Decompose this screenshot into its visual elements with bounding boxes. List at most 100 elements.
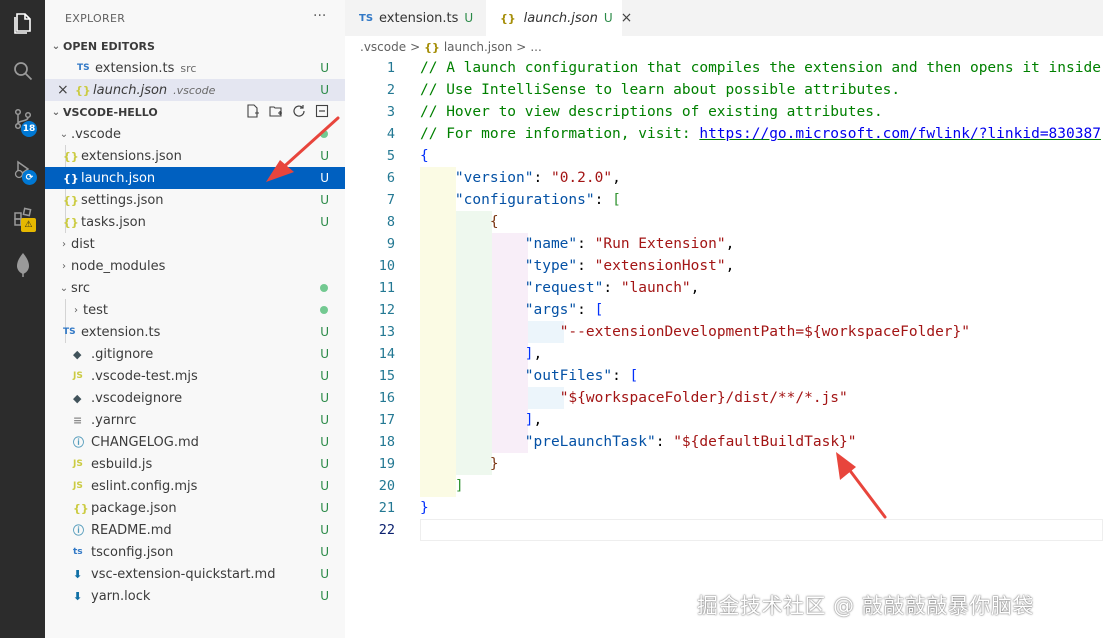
sync-badge-icon: ⟳ <box>22 170 37 185</box>
json-string: "--extensionDevelopmentPath=${workspaceF… <box>559 324 970 340</box>
bracket: [ <box>629 368 639 384</box>
json-file-icon: {} <box>63 193 79 207</box>
tab-label: extension.ts <box>379 10 459 26</box>
code-line: "outFiles": [ <box>420 365 639 387</box>
code-line: { <box>420 211 499 233</box>
tree-item[interactable]: › node_modules <box>45 255 345 277</box>
tree-item[interactable]: ts tsconfig.json U <box>45 541 345 563</box>
comma: , <box>725 258 735 274</box>
run-debug-icon[interactable]: ⟳ <box>0 146 45 192</box>
line-number: 19 <box>378 456 395 472</box>
comma: , <box>690 280 700 296</box>
collapse-all-icon[interactable] <box>314 103 330 119</box>
line-number: 5 <box>386 148 395 164</box>
tree-item[interactable]: ⌄ src <box>45 277 345 299</box>
tree-item[interactable]: JS esbuild.js U <box>45 453 345 475</box>
tree-item[interactable]: {} extensions.json U <box>45 145 345 167</box>
comment: // Use IntelliSense to learn about possi… <box>420 82 901 98</box>
search-icon[interactable] <box>0 48 45 94</box>
tree-item[interactable]: › test <box>45 299 345 321</box>
javascript-file-icon: JS <box>73 459 83 469</box>
code-line: "version": "0.2.0", <box>420 167 621 189</box>
json-file-icon: {} <box>500 11 516 25</box>
bracket: ] <box>454 478 464 494</box>
breadcrumb-item[interactable]: launch.json <box>444 40 512 54</box>
tree-item[interactable]: {} launch.json U <box>45 167 345 189</box>
extensions-icon[interactable]: ⚠ <box>0 194 45 240</box>
close-icon[interactable]: × <box>57 82 75 98</box>
file-name: .gitignore <box>91 346 154 362</box>
tree-item[interactable]: JS .vscode-test.mjs U <box>45 365 345 387</box>
tree-item[interactable]: ◆ .gitignore U <box>45 343 345 365</box>
line-number: 6 <box>386 170 395 186</box>
json-string: "0.2.0" <box>550 170 613 186</box>
json-file-icon: {} <box>73 501 89 515</box>
chevron-right-icon: › <box>62 260 66 272</box>
tree-item[interactable]: ⬇ yarn.lock U <box>45 585 345 607</box>
line-number: 8 <box>386 214 395 230</box>
tree-item[interactable]: {} package.json U <box>45 497 345 519</box>
tree-item[interactable]: ⓘ README.md U <box>45 519 345 541</box>
javascript-file-icon: JS <box>73 481 83 491</box>
file-name: launch.json <box>93 82 168 98</box>
tree-item[interactable]: › dist <box>45 233 345 255</box>
tree-item[interactable]: ≡ .yarnrc U <box>45 409 345 431</box>
status-badge: U <box>320 83 329 97</box>
mongodb-leaf-icon[interactable] <box>0 242 45 288</box>
tree-item[interactable]: TS extension.ts U <box>45 321 345 343</box>
status-badge: U <box>320 501 329 515</box>
close-icon[interactable]: × <box>621 10 633 26</box>
colon: : <box>603 280 621 296</box>
refresh-icon[interactable] <box>291 103 307 119</box>
new-folder-icon[interactable] <box>268 103 284 119</box>
tree-item[interactable]: ⓘ CHANGELOG.md U <box>45 431 345 453</box>
status-badge: U <box>320 457 329 471</box>
chevron-right-icon: › <box>62 238 66 250</box>
source-control-icon[interactable]: 18 <box>0 96 45 142</box>
breadcrumb-item[interactable]: ... <box>530 40 541 54</box>
code-line: { <box>420 145 429 167</box>
status-badge: U <box>320 479 329 493</box>
status-badge: U <box>320 391 329 405</box>
tree-item[interactable]: ⌄ .vscode <box>45 123 345 145</box>
line-number: 17 <box>378 412 395 428</box>
file-name: .vscodeignore <box>91 390 183 406</box>
explorer-sidebar: EXPLORER ··· ⌄ OPEN EDITORS TS extension… <box>45 0 345 638</box>
line-number: 22 <box>378 522 395 538</box>
bracket: } <box>420 500 429 516</box>
json-file-icon: {} <box>75 83 91 97</box>
more-actions-icon[interactable]: ··· <box>313 8 326 24</box>
open-editor-item[interactable]: TS extension.ts src U <box>45 57 345 79</box>
code-editor[interactable]: 1 2 3 4 5 6 7 8 9 10 11 12 13 14 15 16 17 18 19 20 21 22 // A… <box>345 57 1103 638</box>
open-editor-item[interactable]: × {} launch.json .vscode U <box>45 79 345 101</box>
tree-item[interactable]: {} tasks.json U <box>45 211 345 233</box>
json-string: "extensionHost" <box>594 258 726 274</box>
line-number: 20 <box>378 478 395 494</box>
breadcrumb-item[interactable]: .vscode <box>360 40 406 54</box>
file-name: package.json <box>91 500 177 516</box>
status-badge: U <box>320 369 329 383</box>
status-badge: U <box>320 215 329 229</box>
file-name: node_modules <box>71 258 166 274</box>
json-key: "preLaunchTask" <box>524 434 656 450</box>
docs-link[interactable]: https://go.microsoft.com/fwlink/?linkid=… <box>699 126 1101 142</box>
tree-item[interactable]: JS eslint.config.mjs U <box>45 475 345 497</box>
explorer-files-icon[interactable] <box>0 0 45 46</box>
tree-item[interactable]: ⬇ vsc-extension-quickstart.md U <box>45 563 345 585</box>
watermark: 掘金技术社区 @ 敲敲敲敲暴你脑袋 <box>697 594 1034 618</box>
status-badge: U <box>320 435 329 449</box>
line-number: 15 <box>378 368 395 384</box>
tab-launch-json[interactable]: {} launch.json U × <box>486 0 632 36</box>
line-number: 1 <box>386 60 395 76</box>
bracket: } <box>489 456 499 472</box>
tree-item[interactable]: ◆ .vscodeignore U <box>45 387 345 409</box>
open-editors-section[interactable]: ⌄ OPEN EDITORS <box>45 35 345 57</box>
breadcrumb: .vscode > {} launch.json > ... <box>360 38 542 56</box>
line-number: 18 <box>378 434 395 450</box>
tree-item[interactable]: {} settings.json U <box>45 189 345 211</box>
tab-extension-ts[interactable]: TS extension.ts U <box>345 0 485 36</box>
code-line: "type": "extensionHost", <box>420 255 735 277</box>
info-file-icon: ⓘ <box>73 524 84 537</box>
new-file-icon[interactable] <box>245 103 261 119</box>
code-line: // A launch configuration that compiles … <box>420 57 1101 79</box>
